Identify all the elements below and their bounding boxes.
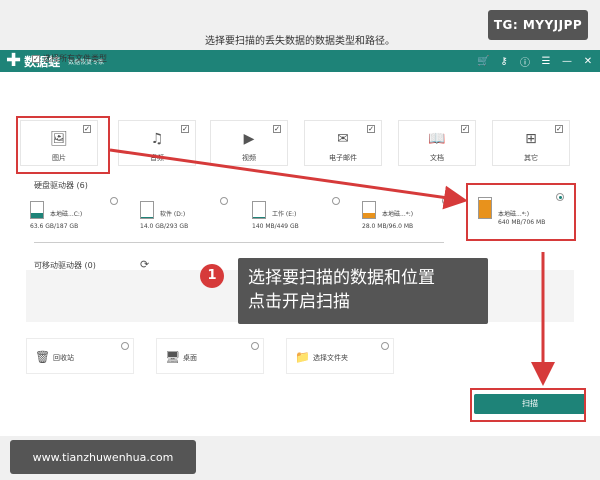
arrow-to-drive <box>109 148 468 210</box>
tooltip-line-1: 选择要扫描的数据和位置 <box>248 268 435 288</box>
step-number-badge: 1 <box>200 264 224 288</box>
tooltip-line-2: 点击开启扫描 <box>248 292 350 312</box>
instruction-tooltip: 选择要扫描的数据和位置 点击开启扫描 <box>238 258 488 324</box>
annotation-arrows <box>109 148 555 386</box>
website-watermark: www.tianzhuwenhua.com <box>10 440 196 474</box>
